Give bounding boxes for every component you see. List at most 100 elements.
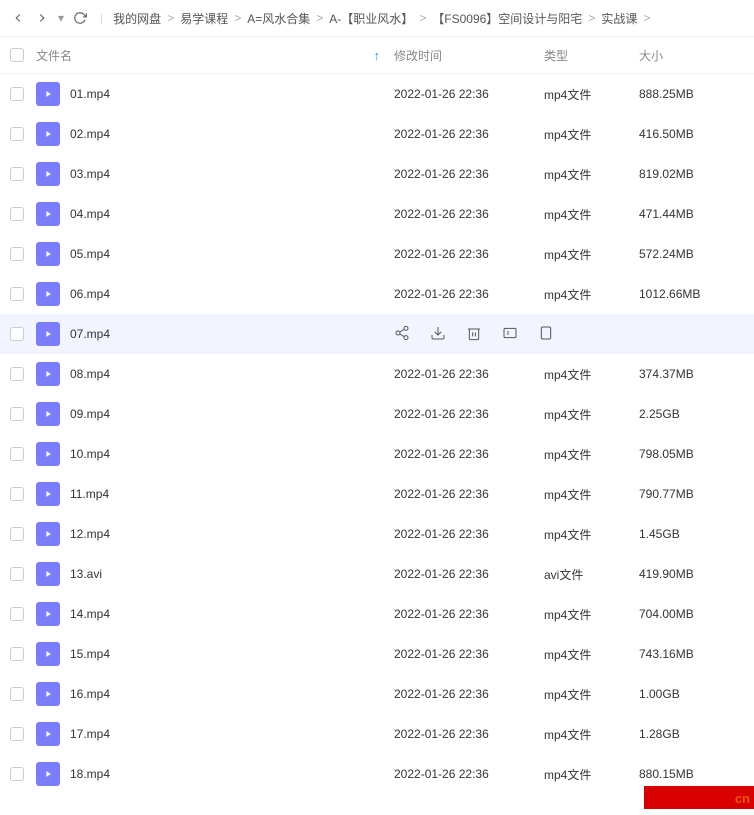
- table-row[interactable]: 03.mp4 2022-01-26 22:36mp4文件819.02MB: [0, 154, 754, 194]
- file-name[interactable]: 02.mp4: [70, 127, 110, 141]
- file-name[interactable]: 06.mp4: [70, 287, 110, 301]
- file-type: mp4文件: [544, 86, 639, 103]
- file-name[interactable]: 03.mp4: [70, 167, 110, 181]
- row-checkbox[interactable]: [10, 327, 24, 341]
- file-size: 1012.66MB: [639, 287, 754, 301]
- row-checkbox[interactable]: [10, 247, 24, 261]
- file-list: 01.mp42022-01-26 22:36mp4文件888.25MB02.mp…: [0, 74, 754, 794]
- table-row[interactable]: 13.avi2022-01-26 22:36avi文件419.90MB: [0, 554, 754, 594]
- file-name[interactable]: 14.mp4: [70, 607, 110, 621]
- toolbar: ▾ | 我的网盘>易学课程>A=风水合集>A-【职业风水】>【FS0096】空间…: [0, 0, 754, 36]
- file-time: 2022-01-26 22:36: [394, 607, 544, 621]
- video-file-icon: [36, 202, 60, 226]
- table-row[interactable]: 11.mp42022-01-26 22:36mp4文件790.77MB: [0, 474, 754, 514]
- file-size: 1.45GB: [639, 527, 754, 541]
- row-checkbox[interactable]: [10, 487, 24, 501]
- col-time-label[interactable]: 修改时间: [394, 49, 442, 63]
- rename-icon[interactable]: [502, 325, 518, 344]
- row-checkbox[interactable]: [10, 607, 24, 621]
- file-name[interactable]: 16.mp4: [70, 687, 110, 701]
- file-time: 2022-01-26 22:36: [394, 167, 544, 181]
- row-checkbox[interactable]: [10, 167, 24, 181]
- video-file-icon: [36, 562, 60, 586]
- file-time: 2022-01-26 22:36: [394, 247, 544, 261]
- breadcrumb-item[interactable]: 实战课: [601, 10, 637, 27]
- breadcrumb-separator: >: [588, 11, 595, 25]
- video-file-icon: [36, 722, 60, 746]
- sort-indicator-icon[interactable]: ↑: [374, 48, 381, 63]
- video-file-icon: [36, 362, 60, 386]
- file-name[interactable]: 15.mp4: [70, 647, 110, 661]
- row-checkbox[interactable]: [10, 727, 24, 741]
- file-type: mp4文件: [544, 366, 639, 383]
- download-icon[interactable]: [430, 325, 446, 344]
- col-size-label[interactable]: 大小: [639, 49, 663, 63]
- table-row[interactable]: 15.mp42022-01-26 22:36mp4文件743.16MB: [0, 634, 754, 674]
- table-row[interactable]: 05.mp42022-01-26 22:36mp4文件572.24MB: [0, 234, 754, 274]
- table-row[interactable]: 06.mp42022-01-26 22:36mp4文件1012.66MB: [0, 274, 754, 314]
- row-checkbox[interactable]: [10, 447, 24, 461]
- file-type: mp4文件: [544, 166, 639, 183]
- row-checkbox[interactable]: [10, 287, 24, 301]
- file-name[interactable]: 17.mp4: [70, 727, 110, 741]
- back-button[interactable]: [8, 8, 28, 28]
- row-checkbox[interactable]: [10, 567, 24, 581]
- breadcrumb-item[interactable]: A-【职业风水】: [329, 10, 413, 27]
- file-name[interactable]: 01.mp4: [70, 87, 110, 101]
- file-size: 880.15MB: [639, 767, 754, 781]
- file-type: mp4文件: [544, 126, 639, 143]
- file-name[interactable]: 13.avi: [70, 567, 102, 581]
- file-time: 2022-01-26 22:36: [394, 687, 544, 701]
- row-checkbox[interactable]: [10, 687, 24, 701]
- file-name[interactable]: 08.mp4: [70, 367, 110, 381]
- breadcrumb-item[interactable]: 【FS0096】空间设计与阳宅: [432, 10, 582, 27]
- table-row[interactable]: 16.mp42022-01-26 22:36mp4文件1.00GB: [0, 674, 754, 714]
- row-checkbox[interactable]: [10, 647, 24, 661]
- table-row[interactable]: 14.mp42022-01-26 22:36mp4文件704.00MB: [0, 594, 754, 634]
- file-name[interactable]: 12.mp4: [70, 527, 110, 541]
- col-type-label[interactable]: 类型: [544, 49, 568, 63]
- table-row[interactable]: 08.mp42022-01-26 22:36mp4文件374.37MB: [0, 354, 754, 394]
- breadcrumb-item[interactable]: A=风水合集: [247, 10, 310, 27]
- file-time: 2022-01-26 22:36: [394, 767, 544, 781]
- file-name[interactable]: 18.mp4: [70, 767, 110, 781]
- delete-icon[interactable]: [466, 325, 482, 344]
- row-checkbox[interactable]: [10, 87, 24, 101]
- table-row[interactable]: 04.mp42022-01-26 22:36mp4文件471.44MB: [0, 194, 754, 234]
- more-icon[interactable]: [538, 325, 554, 344]
- table-row[interactable]: 18.mp42022-01-26 22:36mp4文件880.15MB: [0, 754, 754, 794]
- select-all-checkbox[interactable]: [10, 48, 24, 62]
- video-file-icon: [36, 642, 60, 666]
- file-type: mp4文件: [544, 526, 639, 543]
- row-checkbox[interactable]: [10, 407, 24, 421]
- table-row[interactable]: 09.mp42022-01-26 22:36mp4文件2.25GB: [0, 394, 754, 434]
- file-type: mp4文件: [544, 646, 639, 663]
- table-row[interactable]: 10.mp42022-01-26 22:36mp4文件798.05MB: [0, 434, 754, 474]
- file-name[interactable]: 05.mp4: [70, 247, 110, 261]
- row-checkbox[interactable]: [10, 767, 24, 781]
- breadcrumb-item[interactable]: 易学课程: [180, 10, 228, 27]
- table-row[interactable]: 01.mp42022-01-26 22:36mp4文件888.25MB: [0, 74, 754, 114]
- file-name[interactable]: 11.mp4: [70, 487, 109, 501]
- file-size: 819.02MB: [639, 167, 754, 181]
- row-checkbox[interactable]: [10, 207, 24, 221]
- breadcrumb-item[interactable]: 我的网盘: [113, 10, 161, 27]
- col-name-label[interactable]: 文件名: [36, 47, 72, 64]
- file-name[interactable]: 10.mp4: [70, 447, 110, 461]
- table-row[interactable]: 12.mp42022-01-26 22:36mp4文件1.45GB: [0, 514, 754, 554]
- table-row[interactable]: 17.mp42022-01-26 22:36mp4文件1.28GB: [0, 714, 754, 754]
- forward-button[interactable]: [32, 8, 52, 28]
- table-row[interactable]: 07.mp4: [0, 314, 754, 354]
- file-name[interactable]: 07.mp4: [70, 327, 110, 341]
- file-type: mp4文件: [544, 486, 639, 503]
- share-icon[interactable]: [394, 325, 410, 344]
- row-checkbox[interactable]: [10, 527, 24, 541]
- dropdown-indicator[interactable]: ▾: [56, 11, 66, 25]
- file-name[interactable]: 04.mp4: [70, 207, 110, 221]
- table-row[interactable]: 02.mp42022-01-26 22:36mp4文件416.50MB: [0, 114, 754, 154]
- row-checkbox[interactable]: [10, 367, 24, 381]
- file-time: 2022-01-26 22:36: [394, 207, 544, 221]
- file-name[interactable]: 09.mp4: [70, 407, 110, 421]
- row-checkbox[interactable]: [10, 127, 24, 141]
- refresh-button[interactable]: [70, 8, 90, 28]
